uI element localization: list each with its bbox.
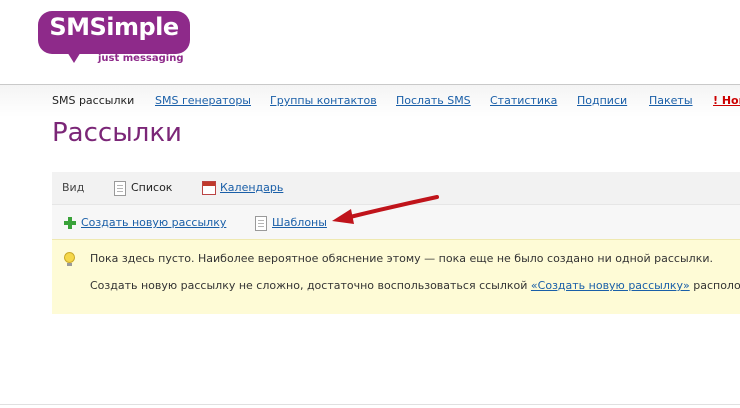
nav-item-send-sms[interactable]: Послать SMS — [396, 94, 471, 107]
nav-item-contact-groups[interactable]: Группы контактов — [270, 94, 377, 107]
logo-tagline: just messaging — [98, 53, 184, 64]
view-list-option[interactable]: Список — [131, 181, 172, 194]
view-switcher: Вид Список Календарь — [52, 172, 740, 204]
page-title: Рассылки — [52, 118, 182, 148]
logo-bubble-tail — [64, 47, 84, 63]
notice-line-2-tail: располож — [693, 279, 740, 292]
notice-line-2: Создать новую рассылку не сложно, достат… — [90, 279, 740, 292]
nav-item-signatures[interactable]: Подписи — [577, 94, 627, 107]
nav-item-sms-mailings[interactable]: SMS рассылки — [52, 94, 134, 107]
list-icon — [114, 181, 126, 196]
lightbulb-icon — [64, 252, 75, 266]
nav-item-packages[interactable]: Пакеты — [649, 94, 693, 107]
calendar-icon — [202, 181, 216, 195]
create-mailing-link[interactable]: Создать новую рассылку — [81, 216, 226, 229]
notice-create-link[interactable]: «Создать новую рассылку» — [531, 279, 690, 292]
view-calendar-link[interactable]: Календарь — [220, 181, 283, 194]
notice-line-1: Пока здесь пусто. Наиболее вероятное обя… — [90, 252, 713, 265]
nav-item-statistics[interactable]: Статистика — [490, 94, 557, 107]
logo-name: SMSimple — [49, 13, 179, 41]
templates-icon — [255, 216, 267, 231]
templates-link[interactable]: Шаблоны — [272, 216, 327, 229]
nav-item-new[interactable]: ! Нов — [713, 94, 740, 107]
empty-notice: Пока здесь пусто. Наиболее вероятное обя… — [52, 239, 740, 314]
plus-icon — [64, 217, 76, 229]
notice-line-2-text: Создать новую рассылку не сложно, достат… — [90, 279, 528, 292]
bottom-divider — [0, 404, 740, 405]
view-label: Вид — [62, 181, 85, 194]
smsimple-logo[interactable]: SMSimple just messaging — [38, 11, 190, 67]
nav-item-sms-generators[interactable]: SMS генераторы — [155, 94, 251, 107]
action-bar: Создать новую рассылку Шаблоны — [52, 204, 740, 239]
